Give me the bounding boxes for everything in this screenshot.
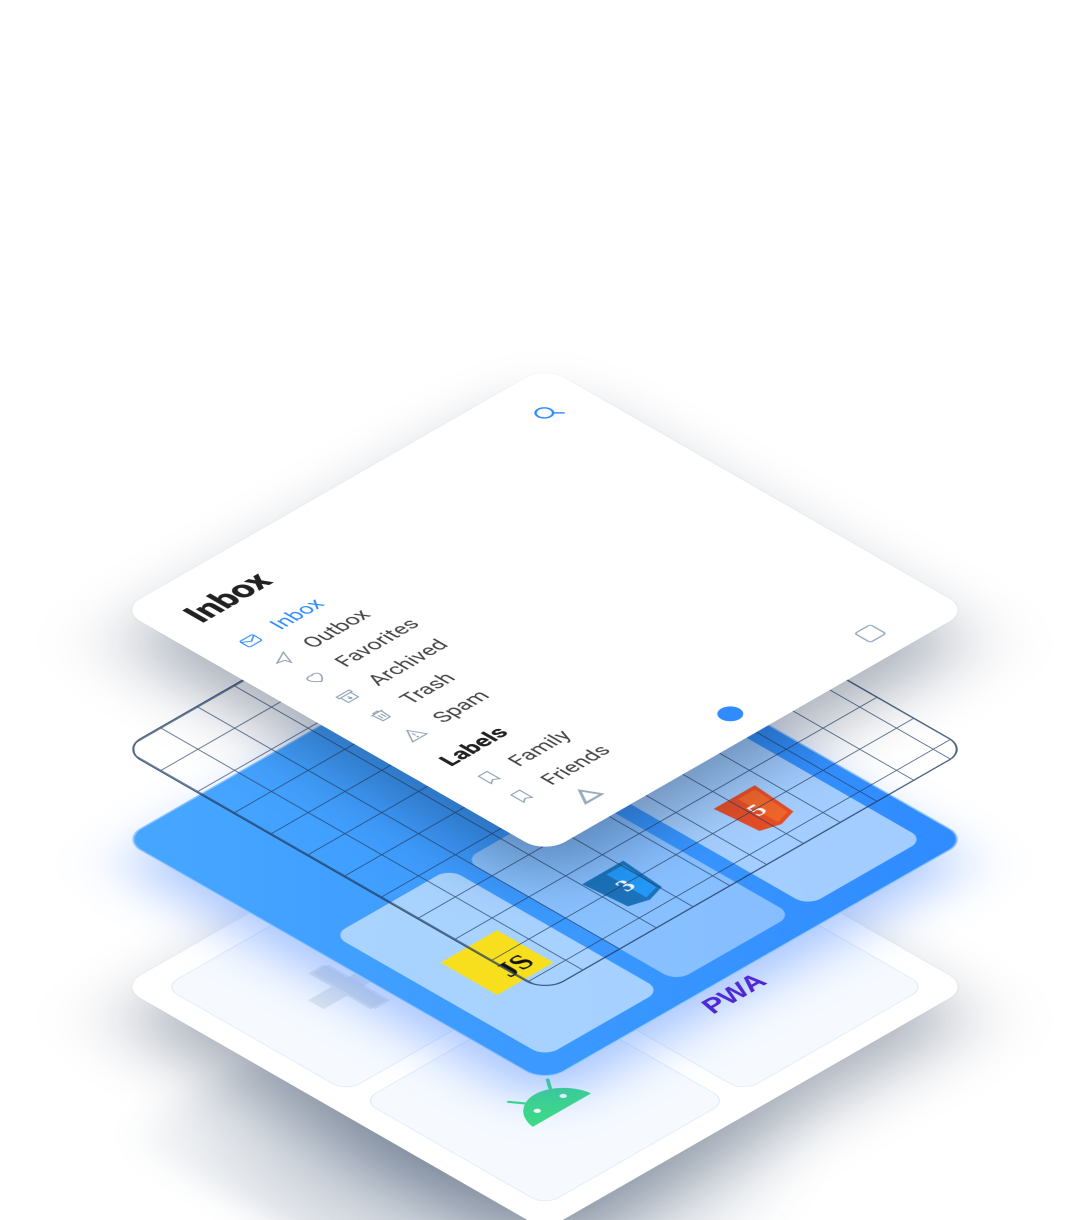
trash-icon (362, 705, 399, 726)
nav-dot-button[interactable] (711, 703, 748, 724)
nav-square-button[interactable] (853, 624, 887, 643)
bookmark-icon (470, 767, 507, 788)
archive-icon (330, 686, 367, 707)
bookmark-icon (503, 786, 540, 807)
nav-triangle-button[interactable] (565, 783, 610, 809)
warning-icon (395, 724, 432, 745)
mail-icon (232, 630, 269, 651)
heart-icon (297, 668, 334, 689)
search-icon (526, 401, 568, 425)
send-icon (264, 649, 301, 670)
search-button[interactable] (526, 401, 571, 427)
